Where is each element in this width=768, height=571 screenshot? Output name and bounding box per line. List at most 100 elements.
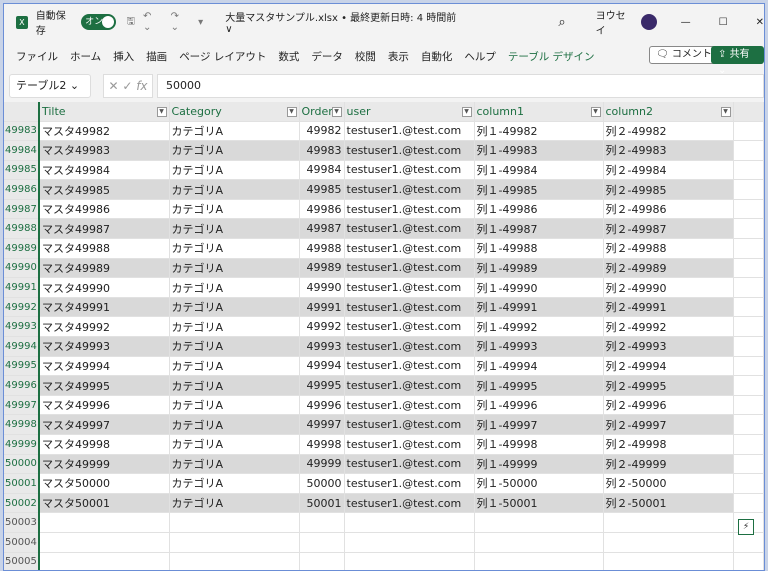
row-header[interactable]: 50003	[4, 512, 40, 533]
cell[interactable]: マスタ49987	[39, 218, 170, 240]
cell[interactable]	[733, 532, 764, 553]
cell[interactable]: カテゴリA	[169, 258, 300, 279]
cell[interactable]: マスタ49995	[39, 375, 170, 396]
save-icon[interactable]: 🖫	[126, 14, 135, 31]
cell[interactable]: 列２-50000	[603, 473, 734, 494]
tab-7[interactable]: 校閲	[355, 49, 376, 64]
cell[interactable]: 列２-49989	[603, 258, 734, 279]
tab-9[interactable]: 自動化	[421, 49, 453, 64]
row-header[interactable]: 49983	[4, 121, 40, 142]
cell[interactable]: 列２-49995	[603, 375, 734, 396]
cell[interactable]: 列２-49984	[603, 160, 734, 181]
cell[interactable]: testuser1.@test.com	[344, 140, 475, 161]
cell[interactable]: マスタ49992	[39, 316, 170, 338]
tab-5[interactable]: 数式	[278, 49, 299, 64]
row-header[interactable]: 49987	[4, 199, 40, 220]
minimize-icon[interactable]: —	[681, 17, 691, 28]
cell[interactable]: マスタ49985	[39, 179, 170, 200]
cell[interactable]: マスタ49991	[39, 297, 170, 318]
cell[interactable]	[733, 238, 764, 259]
spreadsheet-grid[interactable]: Tilte ▼ Category ▼ Order ▼ user ▼ column1 ▼ column…	[4, 102, 764, 570]
cell[interactable]	[733, 297, 764, 318]
filter-dropdown-icon[interactable]: ▼	[720, 107, 731, 117]
cell[interactable]: カテゴリA	[169, 395, 300, 416]
cell[interactable]: 列１-49998	[474, 434, 604, 455]
cell[interactable]: マスタ49996	[39, 395, 170, 416]
cell[interactable]	[603, 552, 734, 570]
cell[interactable]: 列１-49982	[474, 121, 604, 142]
cell[interactable]: testuser1.@test.com	[344, 395, 475, 416]
row-header[interactable]: 49993	[4, 316, 40, 338]
cell[interactable]	[733, 473, 764, 494]
cell[interactable]	[733, 395, 764, 416]
customize-icon[interactable]: ▾	[198, 17, 203, 28]
cell[interactable]: 49993	[299, 336, 345, 357]
tab-11[interactable]: テーブル デザイン	[508, 49, 595, 64]
cell[interactable]: カテゴリA	[169, 297, 300, 318]
cell[interactable]: 列２-50001	[603, 493, 734, 514]
cell[interactable]: カテゴリA	[169, 277, 300, 298]
cell[interactable]: 列１-49989	[474, 258, 604, 279]
column-header[interactable]: column1 ▼	[474, 102, 604, 122]
cell[interactable]: 50000	[299, 473, 345, 494]
cell[interactable]: カテゴリA	[169, 140, 300, 161]
row-header[interactable]: 49999	[4, 434, 40, 455]
cell[interactable]	[733, 434, 764, 455]
cell[interactable]: マスタ49994	[39, 356, 170, 377]
cell[interactable]: 列２-49986	[603, 199, 734, 220]
cell[interactable]	[299, 532, 345, 553]
cell[interactable]: マスタ49990	[39, 277, 170, 298]
cell[interactable]: 49994	[299, 356, 345, 377]
cell[interactable]: カテゴリA	[169, 493, 300, 514]
cell[interactable]: 列２-49988	[603, 238, 734, 259]
row-header[interactable]: 50004	[4, 532, 40, 553]
cell[interactable]: testuser1.@test.com	[344, 179, 475, 200]
cell[interactable]: カテゴリA	[169, 160, 300, 181]
cell[interactable]: 列１-50001	[474, 493, 604, 514]
cell[interactable]	[39, 512, 170, 533]
tab-3[interactable]: 描画	[146, 49, 167, 64]
cell[interactable]: マスタ49989	[39, 258, 170, 279]
formula-input[interactable]: 50000	[157, 74, 764, 98]
column-header[interactable]: column2 ▼	[603, 102, 734, 122]
cell[interactable]: 列２-49993	[603, 336, 734, 357]
cell[interactable]: 49987	[299, 218, 345, 240]
row-header[interactable]: 50005	[4, 552, 40, 570]
cell[interactable]: testuser1.@test.com	[344, 414, 475, 435]
avatar[interactable]	[640, 14, 657, 30]
cell[interactable]	[733, 493, 764, 514]
cell[interactable]	[344, 552, 475, 570]
cell[interactable]	[733, 140, 764, 161]
tab-6[interactable]: データ	[311, 49, 343, 64]
cell[interactable]	[474, 512, 604, 533]
cell[interactable]: マスタ49998	[39, 434, 170, 455]
cell[interactable]	[299, 552, 345, 570]
cell[interactable]	[603, 512, 734, 533]
cell[interactable]: 列１-50000	[474, 473, 604, 494]
cell[interactable]: 列１-49984	[474, 160, 604, 181]
row-header[interactable]: 50000	[4, 454, 40, 475]
row-header[interactable]: 50001	[4, 473, 40, 494]
row-header[interactable]: 49992	[4, 297, 40, 318]
cell[interactable]	[733, 277, 764, 298]
cell[interactable]: testuser1.@test.com	[344, 277, 475, 298]
cell[interactable]: 列１-49993	[474, 336, 604, 357]
cell[interactable]: testuser1.@test.com	[344, 258, 475, 279]
cell[interactable]: 49989	[299, 258, 345, 279]
cell[interactable]: testuser1.@test.com	[344, 375, 475, 396]
cell[interactable]: testuser1.@test.com	[344, 121, 475, 142]
cell[interactable]: カテゴリA	[169, 316, 300, 338]
cell[interactable]: 列１-49983	[474, 140, 604, 161]
row-header[interactable]: 49996	[4, 375, 40, 396]
cell[interactable]: 列１-49986	[474, 199, 604, 220]
filter-dropdown-icon[interactable]: ▼	[590, 107, 601, 117]
cell[interactable]	[733, 160, 764, 181]
cell[interactable]: カテゴリA	[169, 121, 300, 142]
cell[interactable]: カテゴリA	[169, 414, 300, 435]
cell[interactable]: 49984	[299, 160, 345, 181]
cell[interactable]: testuser1.@test.com	[344, 473, 475, 494]
filter-dropdown-icon[interactable]: ▼	[286, 107, 297, 117]
cell[interactable]	[733, 454, 764, 475]
cell[interactable]: マスタ49982	[39, 121, 170, 142]
cell[interactable]	[733, 414, 764, 435]
